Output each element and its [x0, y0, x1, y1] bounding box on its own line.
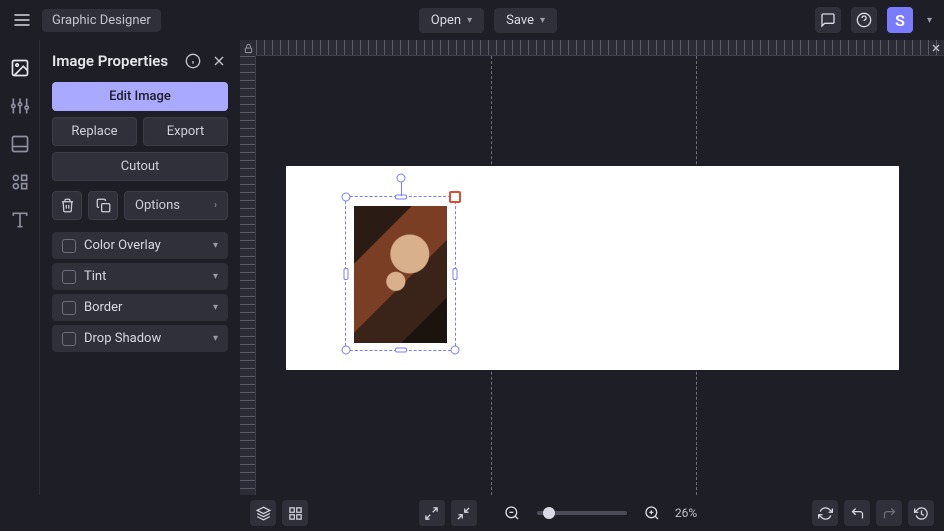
fit-icon[interactable]: [451, 500, 477, 526]
zoom-in-icon[interactable]: [639, 500, 665, 526]
edit-image-button[interactable]: Edit Image: [52, 82, 228, 111]
horizontal-ruler[interactable]: [256, 40, 944, 56]
effect-border[interactable]: Border ▾: [52, 294, 228, 321]
text-tool-icon[interactable]: [10, 210, 30, 230]
effect-label: Tint: [84, 269, 106, 284]
selection-bounds[interactable]: [345, 196, 456, 351]
app-title[interactable]: Graphic Designer: [42, 9, 161, 32]
handle-right[interactable]: [453, 268, 458, 280]
history-icon[interactable]: [908, 500, 934, 526]
chevron-down-icon: ▾: [213, 271, 218, 282]
hamburger-icon[interactable]: [12, 10, 32, 30]
handle-bottom[interactable]: [395, 348, 407, 353]
save-button[interactable]: Save ▾: [494, 8, 557, 33]
stage[interactable]: [256, 56, 944, 495]
options-label: Options: [135, 198, 180, 213]
checkbox-icon[interactable]: [62, 332, 76, 346]
undo-icon[interactable]: [844, 500, 870, 526]
account-menu-icon[interactable]: ▾: [927, 15, 932, 26]
chevron-down-icon: ▾: [467, 15, 472, 26]
redo-icon[interactable]: [876, 500, 902, 526]
info-icon[interactable]: [184, 52, 202, 70]
checkbox-icon[interactable]: [62, 239, 76, 253]
layers-icon[interactable]: [250, 500, 276, 526]
chevron-down-icon: ▾: [540, 15, 545, 26]
chevron-down-icon: ▾: [213, 302, 218, 313]
copy-icon[interactable]: [88, 191, 118, 220]
help-icon[interactable]: [851, 7, 877, 33]
cutout-button[interactable]: Cutout: [52, 152, 228, 181]
close-panel-icon[interactable]: [210, 52, 228, 70]
open-label: Open: [431, 13, 461, 28]
panel-title: Image Properties: [52, 52, 176, 70]
effect-color-overlay[interactable]: Color Overlay ▾: [52, 232, 228, 259]
checkbox-icon[interactable]: [62, 301, 76, 315]
chevron-right-icon: ›: [214, 200, 217, 211]
effect-label: Drop Shadow: [84, 331, 161, 346]
export-button[interactable]: Export: [143, 117, 228, 146]
close-ruler-icon[interactable]: [928, 40, 944, 56]
effect-drop-shadow[interactable]: Drop Shadow ▾: [52, 325, 228, 352]
zoom-slider[interactable]: [537, 511, 627, 515]
tool-rail: [0, 40, 40, 495]
vertical-ruler[interactable]: [240, 56, 256, 495]
handle-tl[interactable]: [342, 193, 351, 202]
zoom-percent: 26%: [675, 506, 697, 520]
avatar[interactable]: S: [887, 7, 913, 33]
effect-label: Color Overlay: [84, 238, 161, 253]
options-button[interactable]: Options ›: [124, 191, 228, 220]
grid-icon[interactable]: [282, 500, 308, 526]
ruler-lock-icon[interactable]: [240, 40, 256, 56]
shapes-tool-icon[interactable]: [10, 172, 30, 192]
handle-left[interactable]: [344, 268, 349, 280]
save-label: Save: [506, 13, 534, 28]
handle-tr-highlight[interactable]: [449, 191, 461, 203]
canvas-area: [240, 40, 944, 495]
top-bar: Graphic Designer Open ▾ Save ▾ S ▾: [0, 0, 944, 40]
image-properties-panel: Image Properties Edit Image Replace Expo…: [40, 40, 240, 495]
panel-tool-icon[interactable]: [10, 134, 30, 154]
bottom-bar: 26%: [240, 495, 944, 531]
open-button[interactable]: Open ▾: [419, 8, 484, 33]
image-tool-icon[interactable]: [10, 58, 30, 78]
fullscreen-icon[interactable]: [419, 500, 445, 526]
rotate-line: [401, 182, 402, 196]
effect-label: Border: [84, 300, 122, 315]
delete-icon[interactable]: [52, 191, 82, 220]
chat-icon[interactable]: [815, 7, 841, 33]
chevron-down-icon: ▾: [213, 333, 218, 344]
zoom-out-icon[interactable]: [499, 500, 525, 526]
sliders-tool-icon[interactable]: [10, 96, 30, 116]
handle-br[interactable]: [451, 346, 460, 355]
refresh-icon[interactable]: [812, 500, 838, 526]
checkbox-icon[interactable]: [62, 270, 76, 284]
replace-button[interactable]: Replace: [52, 117, 137, 146]
chevron-down-icon: ▾: [213, 240, 218, 251]
handle-bl[interactable]: [342, 346, 351, 355]
zoom-knob[interactable]: [543, 507, 555, 519]
effect-tint[interactable]: Tint ▾: [52, 263, 228, 290]
